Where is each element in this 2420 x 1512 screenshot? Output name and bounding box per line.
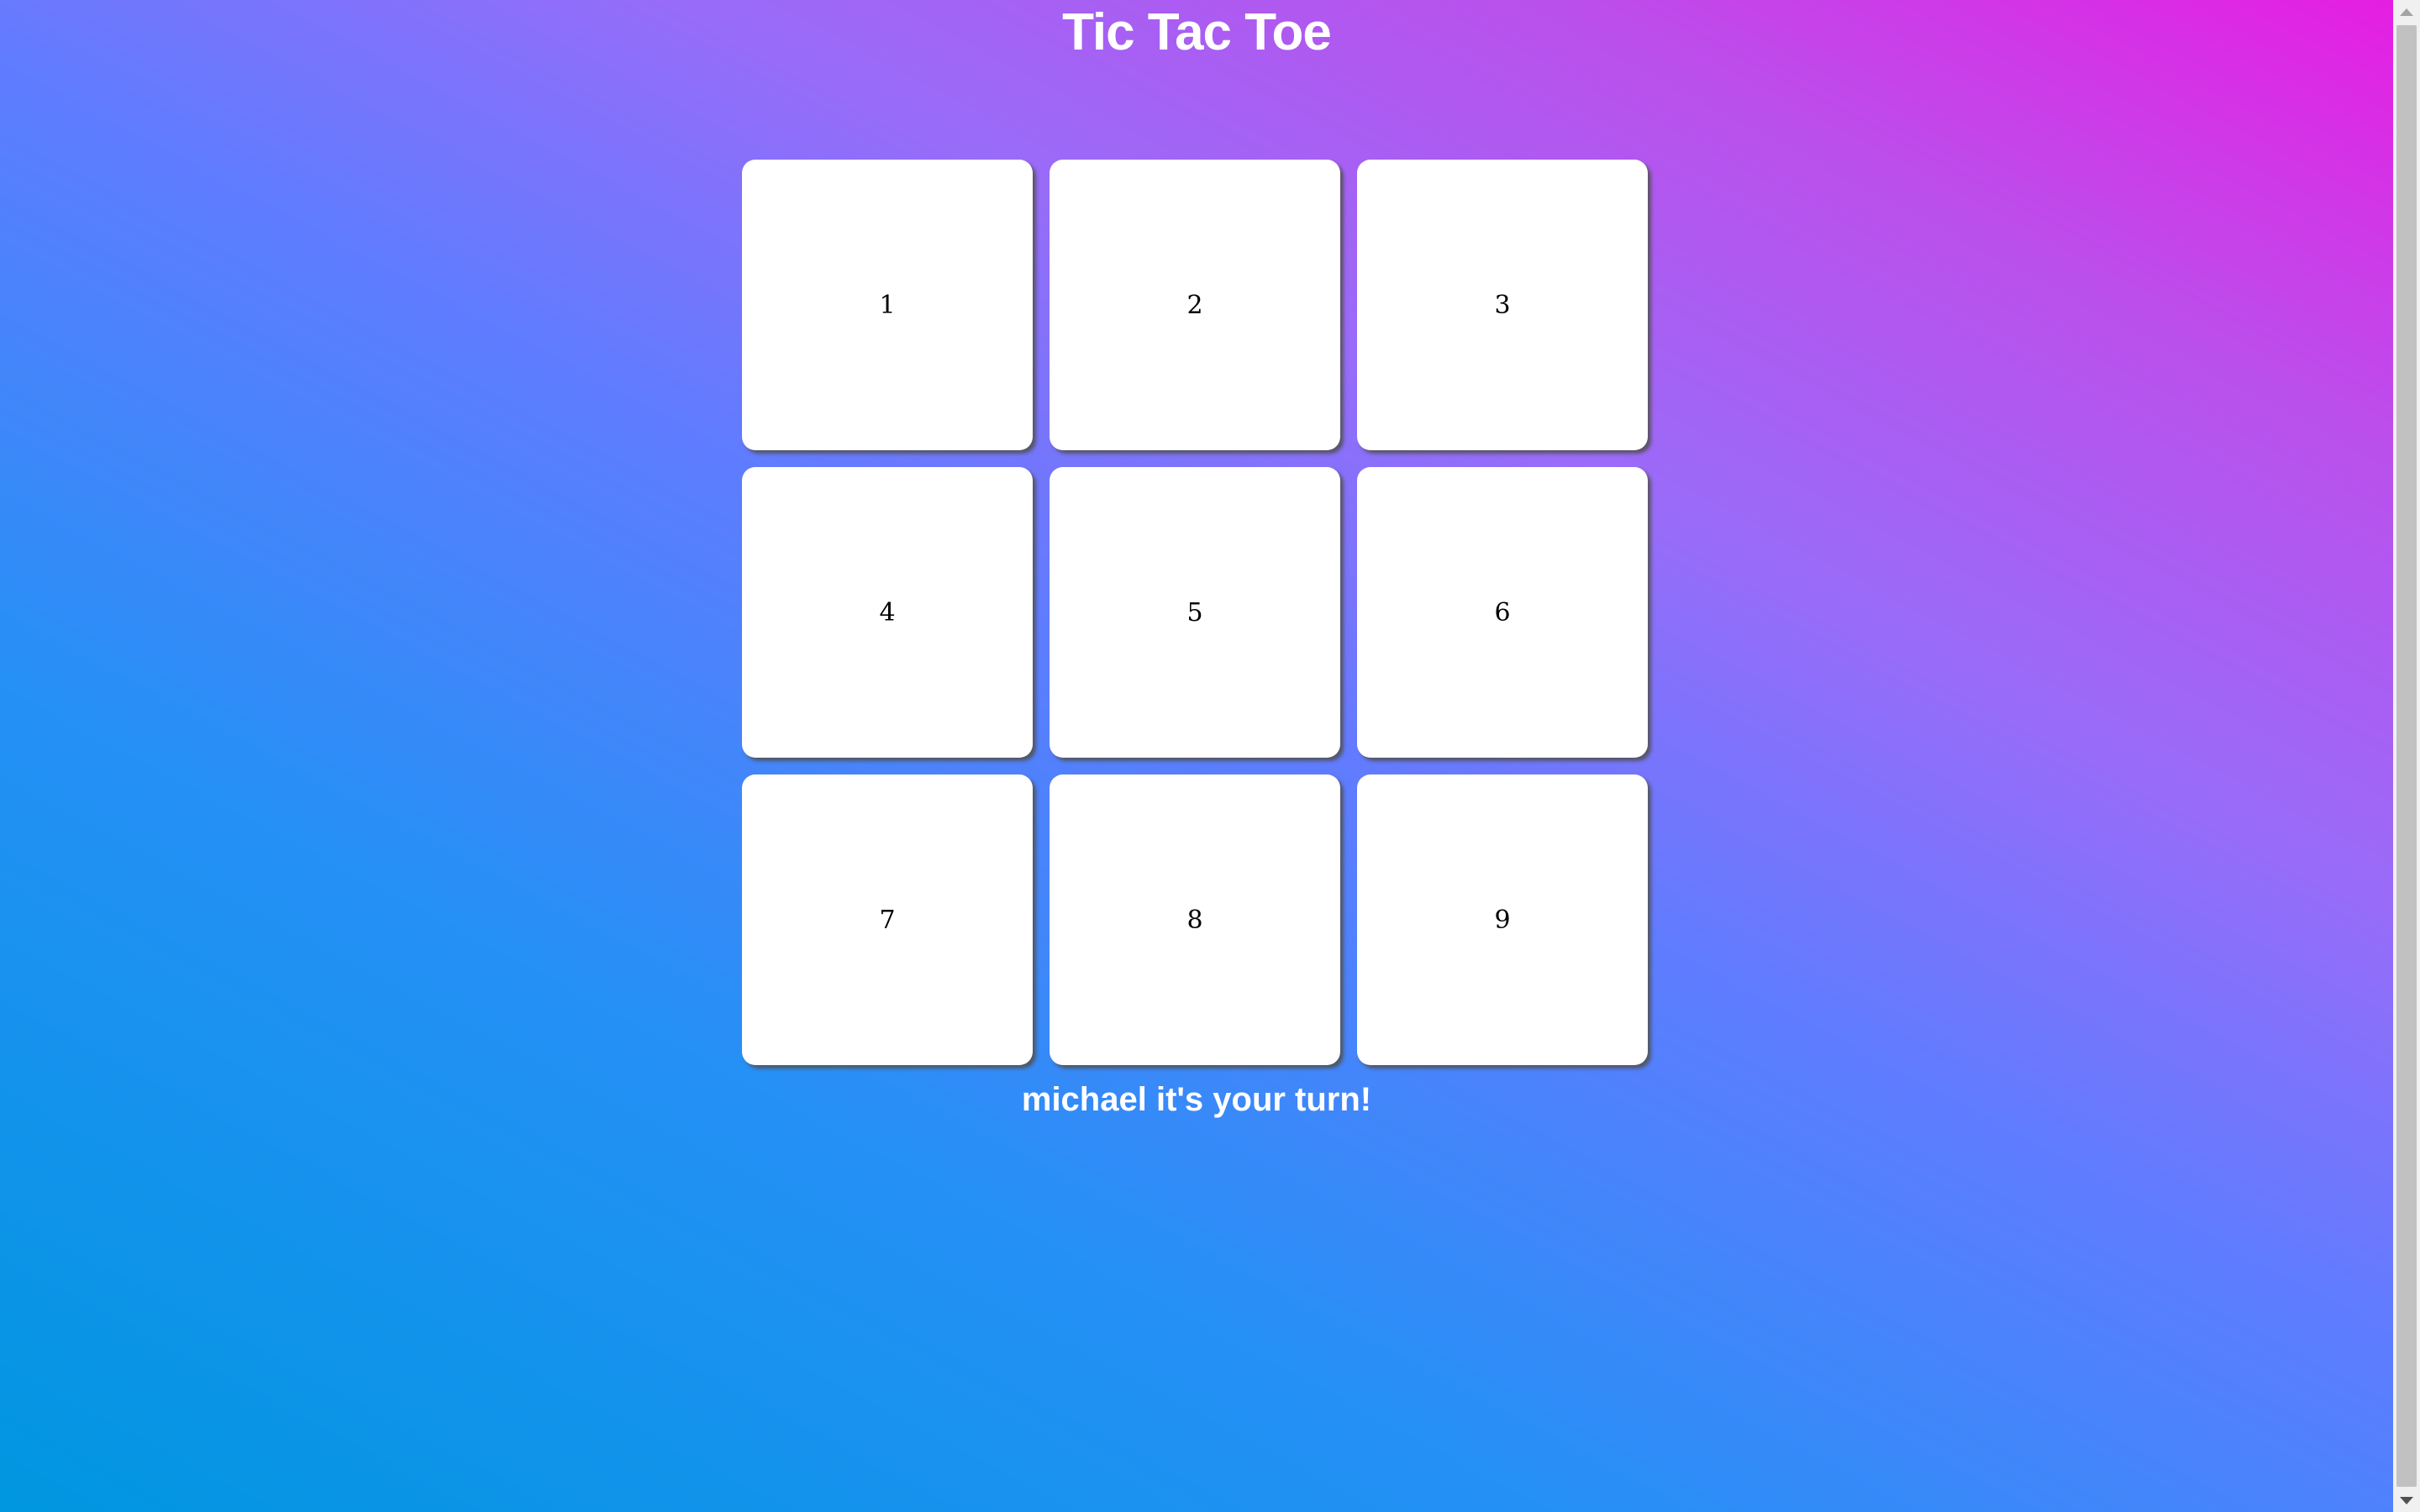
turn-status: michael it's your turn!: [1021, 1081, 1372, 1118]
cell-label: 8: [1186, 905, 1203, 935]
cell-label: 1: [879, 290, 896, 320]
page-background: Tic Tac Toe 1 2 3 4 5 6 7 8 9 michael it…: [0, 0, 2393, 1512]
scroll-down-button[interactable]: [2393, 1488, 2420, 1512]
board-cell-6[interactable]: 6: [1357, 467, 1648, 758]
game-board: 1 2 3 4 5 6 7 8 9: [742, 160, 1649, 1065]
board-cell-2[interactable]: 2: [1050, 160, 1340, 450]
cell-label: 7: [879, 905, 896, 935]
board-cell-9[interactable]: 9: [1357, 774, 1648, 1065]
triangle-up-icon: [2400, 8, 2413, 16]
board-cell-4[interactable]: 4: [742, 467, 1033, 758]
cell-label: 2: [1186, 290, 1203, 320]
cell-label: 5: [1186, 597, 1203, 627]
vertical-scrollbar[interactable]: [2393, 0, 2420, 1512]
triangle-down-icon: [2400, 1496, 2413, 1504]
scroll-up-button[interactable]: [2393, 0, 2420, 24]
board-cell-1[interactable]: 1: [742, 160, 1033, 450]
scrollbar-thumb[interactable]: [2396, 25, 2417, 1487]
page-title: Tic Tac Toe: [1062, 3, 1332, 61]
cell-label: 6: [1494, 597, 1511, 627]
board-cell-7[interactable]: 7: [742, 774, 1033, 1065]
board-cell-3[interactable]: 3: [1357, 160, 1648, 450]
board-cell-8[interactable]: 8: [1050, 774, 1340, 1065]
board-cell-5[interactable]: 5: [1050, 467, 1340, 758]
cell-label: 9: [1494, 905, 1511, 935]
cell-label: 4: [879, 597, 896, 627]
cell-label: 3: [1494, 290, 1511, 320]
